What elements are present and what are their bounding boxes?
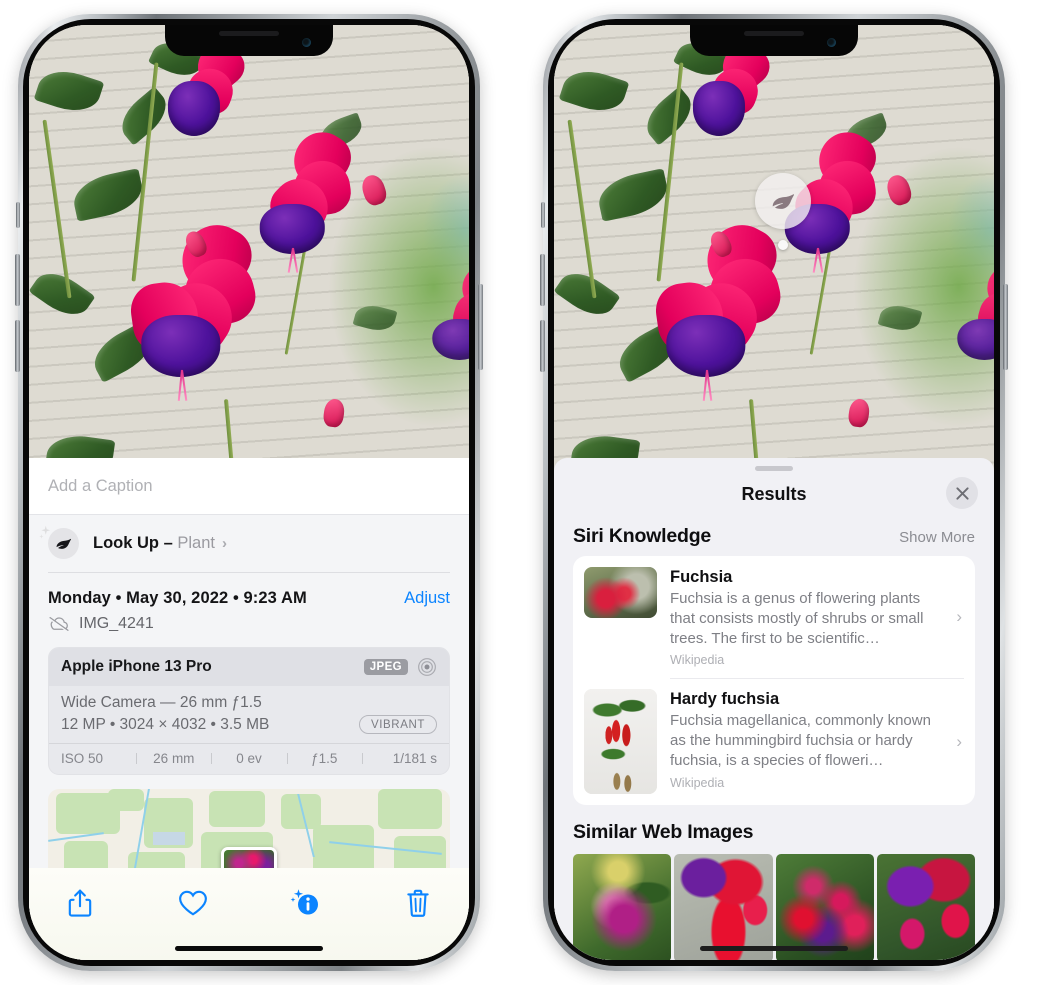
delete-button[interactable]: [397, 882, 439, 924]
knowledge-item-fuchsia[interactable]: Fuchsia Fuchsia is a genus of flowering …: [573, 556, 975, 678]
share-button[interactable]: [59, 882, 101, 924]
similar-web-images-strip[interactable]: [554, 854, 994, 960]
knowledge-text: Fuchsia Fuchsia is a genus of flowering …: [670, 567, 964, 667]
leaf-icon-badge: [48, 528, 79, 559]
earpiece-speaker: [219, 31, 279, 36]
knowledge-text: Hardy fuchsia Fuchsia magellanica, commo…: [670, 689, 964, 794]
adjust-button[interactable]: Adjust: [404, 589, 450, 608]
knowledge-description: Fuchsia magellanica, commonly known as t…: [670, 712, 931, 769]
photo-info-sheet: Add a Caption Look Up – Plant › Monday •…: [29, 458, 469, 960]
similar-web-images-header: Similar Web Images: [554, 805, 994, 852]
volume-up-button[interactable]: [540, 254, 545, 306]
knowledge-thumbnail: [584, 567, 657, 618]
camera-model: Apple iPhone 13 Pro: [61, 658, 212, 675]
lens-info: Wide Camera — 26 mm ƒ1.5: [61, 694, 262, 711]
look-up-label: Look Up – Plant: [93, 534, 215, 553]
exif-iso: ISO 50: [61, 751, 104, 766]
look-up-subject: Plant: [177, 534, 215, 552]
exif-header: Apple iPhone 13 Pro JPEG: [49, 648, 449, 686]
front-camera: [302, 38, 311, 47]
screenshot-root: Add a Caption Look Up – Plant › Monday •…: [0, 0, 1055, 985]
mute-switch[interactable]: [16, 202, 20, 228]
exif-card: Apple iPhone 13 Pro JPEG Wide Camera — 2…: [48, 647, 450, 775]
mute-switch[interactable]: [541, 202, 545, 228]
chevron-right-icon: ›: [221, 535, 227, 552]
visual-lookup-dot: [778, 240, 788, 250]
results-title: Results: [741, 483, 807, 504]
info-button[interactable]: [284, 882, 326, 924]
format-badge: JPEG: [363, 659, 408, 675]
close-button[interactable]: [946, 477, 978, 509]
caption-placeholder: Add a Caption: [48, 476, 153, 495]
look-up-prefix: Look Up –: [93, 534, 173, 552]
siri-knowledge-card: Fuchsia Fuchsia is a genus of flowering …: [573, 556, 975, 806]
web-image-tile[interactable]: [876, 854, 975, 960]
iphone-right: Results Siri Knowledge Show More Fuchsia…: [540, 14, 1008, 971]
siri-knowledge-title: Siri Knowledge: [573, 525, 712, 547]
look-up-row[interactable]: Look Up – Plant ›: [29, 515, 469, 572]
volume-down-button[interactable]: [15, 320, 20, 372]
aperture-icon: [418, 658, 436, 676]
siri-knowledge-header: Siri Knowledge Show More: [554, 517, 994, 556]
photo-date: Monday • May 30, 2022 • 9:23 AM: [48, 589, 307, 607]
knowledge-source: Wikipedia: [670, 653, 725, 668]
exif-aperture: ƒ1.5: [286, 751, 362, 766]
home-indicator[interactable]: [700, 946, 848, 951]
knowledge-thumbnail: [584, 689, 657, 795]
visual-lookup-badge[interactable]: [755, 173, 811, 229]
web-image-tile[interactable]: [674, 854, 773, 960]
share-icon: [68, 889, 92, 917]
notch: [690, 25, 858, 56]
iphone-left: Add a Caption Look Up – Plant › Monday •…: [15, 14, 483, 971]
knowledge-source: Wikipedia: [670, 775, 725, 790]
results-sheet: Results Siri Knowledge Show More Fuchsia…: [554, 458, 994, 960]
exif-settings-row: ISO 50 26 mm 0 ev ƒ1.5 1/181 s: [49, 743, 449, 774]
info-sparkle-icon: [290, 889, 319, 915]
volume-up-button[interactable]: [15, 254, 20, 306]
knowledge-title: Fuchsia: [670, 568, 733, 586]
file-name: IMG_4241: [79, 615, 154, 632]
results-header: Results: [554, 471, 994, 517]
web-image-tile[interactable]: [775, 854, 874, 960]
similar-web-images-title: Similar Web Images: [573, 821, 754, 844]
heart-icon: [178, 890, 207, 916]
exif-focal-length: 26 mm: [136, 751, 211, 766]
chevron-right-icon: ›: [956, 731, 962, 751]
date-block: Monday • May 30, 2022 • 9:23 AM Adjust I…: [29, 573, 469, 633]
earpiece-speaker: [744, 31, 804, 36]
favorite-button[interactable]: [172, 882, 214, 924]
exif-body: Wide Camera — 26 mm ƒ1.5 12 MP • 3024 × …: [49, 686, 449, 743]
caption-input[interactable]: Add a Caption: [29, 458, 469, 515]
notch: [165, 25, 333, 56]
knowledge-item-hardy-fuchsia[interactable]: Hardy fuchsia Fuchsia magellanica, commo…: [573, 678, 975, 805]
chevron-right-icon: ›: [956, 607, 962, 627]
screen-right: Results Siri Knowledge Show More Fuchsia…: [554, 25, 994, 960]
knowledge-description: Fuchsia is a genus of flowering plants t…: [670, 589, 924, 647]
power-button[interactable]: [478, 284, 483, 370]
web-image-tile[interactable]: [573, 854, 672, 960]
front-camera: [827, 38, 836, 47]
close-icon: [955, 486, 969, 500]
power-button[interactable]: [1003, 284, 1008, 370]
location-map[interactable]: [48, 789, 450, 879]
trash-icon: [407, 889, 429, 917]
cloud-slash-icon: [49, 616, 69, 632]
screen-left: Add a Caption Look Up – Plant › Monday •…: [29, 25, 469, 960]
exif-exposure: 0 ev: [211, 751, 286, 766]
knowledge-title: Hardy fuchsia: [670, 690, 780, 709]
photographic-style-badge: VIBRANT: [358, 715, 437, 734]
volume-down-button[interactable]: [540, 320, 545, 372]
file-specs: 12 MP • 3024 × 4032 • 3.5 MB: [61, 715, 270, 733]
home-indicator[interactable]: [175, 946, 323, 951]
leaf-icon: [56, 538, 71, 549]
exif-shutter: 1/181 s: [361, 751, 437, 766]
leaf-icon: [772, 194, 795, 209]
show-more-button[interactable]: Show More: [899, 529, 975, 546]
